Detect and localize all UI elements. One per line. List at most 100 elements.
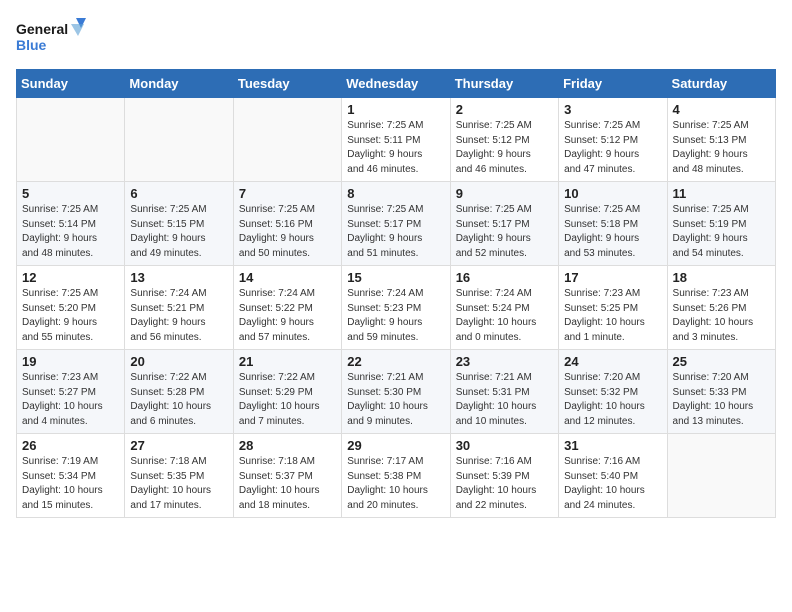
- day-number: 16: [456, 270, 553, 285]
- day-number: 2: [456, 102, 553, 117]
- calendar-cell: 9 Sunrise: 7:25 AMSunset: 5:17 PMDaylight…: [450, 182, 558, 266]
- svg-text:Blue: Blue: [16, 37, 47, 53]
- header-day-saturday: Saturday: [667, 70, 775, 98]
- calendar-cell: 12 Sunrise: 7:25 AMSunset: 5:20 PMDayligh…: [17, 266, 125, 350]
- calendar-cell: 18 Sunrise: 7:23 AMSunset: 5:26 PMDayligh…: [667, 266, 775, 350]
- day-number: 22: [347, 354, 444, 369]
- calendar-table: SundayMondayTuesdayWednesdayThursdayFrid…: [16, 69, 776, 518]
- calendar-cell: 2 Sunrise: 7:25 AMSunset: 5:12 PMDaylight…: [450, 98, 558, 182]
- header-row: SundayMondayTuesdayWednesdayThursdayFrid…: [17, 70, 776, 98]
- day-info: Sunrise: 7:25 AMSunset: 5:12 PMDaylight:…: [564, 119, 661, 177]
- day-number: 6: [130, 186, 227, 201]
- calendar-cell: 17Sunrise: 7:23 AMSunset: 5:25 PMDayligh…: [559, 266, 667, 350]
- calendar-cell: 1Sunrise: 7:25 AMSunset: 5:11 PMDaylight…: [342, 98, 450, 182]
- day-info: Sunrise: 7:25 AMSunset: 5:20 PMDaylight:…: [22, 287, 119, 345]
- day-number: 9: [456, 186, 553, 201]
- day-info: Sunrise: 7:18 AMSunset: 5:35 PMDaylight:…: [130, 455, 227, 513]
- svg-text:General: General: [16, 21, 68, 37]
- header-day-sunday: Sunday: [17, 70, 125, 98]
- day-info: Sunrise: 7:20 AMSunset: 5:33 PMDaylight:…: [673, 371, 770, 429]
- day-info: Sunrise: 7:22 AMSunset: 5:28 PMDaylight:…: [130, 371, 227, 429]
- day-number: 27: [130, 438, 227, 453]
- day-info: Sunrise: 7:16 AMSunset: 5:40 PMDaylight:…: [564, 455, 661, 513]
- week-row-3: 12 Sunrise: 7:25 AMSunset: 5:20 PMDayligh…: [17, 266, 776, 350]
- calendar-cell: 29 Sunrise: 7:17 AMSunset: 5:38 PMDayligh…: [342, 434, 450, 518]
- header-day-tuesday: Tuesday: [233, 70, 341, 98]
- day-info: Sunrise: 7:21 AMSunset: 5:30 PMDaylight:…: [347, 371, 444, 429]
- calendar-cell: 6 Sunrise: 7:25 AMSunset: 5:15 PMDaylight…: [125, 182, 233, 266]
- day-number: 20: [130, 354, 227, 369]
- calendar-cell: 30 Sunrise: 7:16 AMSunset: 5:39 PMDayligh…: [450, 434, 558, 518]
- day-info: Sunrise: 7:25 AMSunset: 5:15 PMDaylight:…: [130, 203, 227, 261]
- day-number: 10: [564, 186, 661, 201]
- calendar-cell: [233, 98, 341, 182]
- week-row-2: 5 Sunrise: 7:25 AMSunset: 5:14 PMDaylight…: [17, 182, 776, 266]
- day-info: Sunrise: 7:24 AMSunset: 5:23 PMDaylight:…: [347, 287, 444, 345]
- day-info: Sunrise: 7:20 AMSunset: 5:32 PMDaylight:…: [564, 371, 661, 429]
- header-day-thursday: Thursday: [450, 70, 558, 98]
- calendar-cell: 16 Sunrise: 7:24 AMSunset: 5:24 PMDayligh…: [450, 266, 558, 350]
- day-number: 31: [564, 438, 661, 453]
- day-number: 15: [347, 270, 444, 285]
- day-number: 3: [564, 102, 661, 117]
- calendar-cell: 11 Sunrise: 7:25 AMSunset: 5:19 PMDayligh…: [667, 182, 775, 266]
- day-number: 17: [564, 270, 661, 285]
- day-info: Sunrise: 7:25 AMSunset: 5:13 PMDaylight:…: [673, 119, 770, 177]
- calendar-cell: 7 Sunrise: 7:25 AMSunset: 5:16 PMDaylight…: [233, 182, 341, 266]
- day-number: 18: [673, 270, 770, 285]
- day-info: Sunrise: 7:17 AMSunset: 5:38 PMDaylight:…: [347, 455, 444, 513]
- calendar-cell: 21Sunrise: 7:22 AMSunset: 5:29 PMDayligh…: [233, 350, 341, 434]
- day-info: Sunrise: 7:24 AMSunset: 5:24 PMDaylight:…: [456, 287, 553, 345]
- calendar-cell: 23 Sunrise: 7:21 AMSunset: 5:31 PMDayligh…: [450, 350, 558, 434]
- day-number: 7: [239, 186, 336, 201]
- page-header: General Blue: [16, 16, 776, 61]
- day-number: 29: [347, 438, 444, 453]
- day-info: Sunrise: 7:23 AMSunset: 5:27 PMDaylight:…: [22, 371, 119, 429]
- day-number: 13: [130, 270, 227, 285]
- header-day-friday: Friday: [559, 70, 667, 98]
- day-info: Sunrise: 7:25 AMSunset: 5:17 PMDaylight:…: [456, 203, 553, 261]
- week-row-5: 26Sunrise: 7:19 AMSunset: 5:34 PMDayligh…: [17, 434, 776, 518]
- day-info: Sunrise: 7:21 AMSunset: 5:31 PMDaylight:…: [456, 371, 553, 429]
- day-info: Sunrise: 7:25 AMSunset: 5:12 PMDaylight:…: [456, 119, 553, 177]
- day-info: Sunrise: 7:25 AMSunset: 5:19 PMDaylight:…: [673, 203, 770, 261]
- day-number: 14: [239, 270, 336, 285]
- day-number: 5: [22, 186, 119, 201]
- day-number: 24: [564, 354, 661, 369]
- day-number: 8: [347, 186, 444, 201]
- calendar-cell: 4 Sunrise: 7:25 AMSunset: 5:13 PMDaylight…: [667, 98, 775, 182]
- day-info: Sunrise: 7:16 AMSunset: 5:39 PMDaylight:…: [456, 455, 553, 513]
- header-day-monday: Monday: [125, 70, 233, 98]
- day-info: Sunrise: 7:25 AMSunset: 5:16 PMDaylight:…: [239, 203, 336, 261]
- week-row-1: 1Sunrise: 7:25 AMSunset: 5:11 PMDaylight…: [17, 98, 776, 182]
- day-number: 1: [347, 102, 444, 117]
- day-info: Sunrise: 7:25 AMSunset: 5:18 PMDaylight:…: [564, 203, 661, 261]
- calendar-cell: 28 Sunrise: 7:18 AMSunset: 5:37 PMDayligh…: [233, 434, 341, 518]
- calendar-cell: 22 Sunrise: 7:21 AMSunset: 5:30 PMDayligh…: [342, 350, 450, 434]
- header-day-wednesday: Wednesday: [342, 70, 450, 98]
- day-number: 30: [456, 438, 553, 453]
- day-number: 23: [456, 354, 553, 369]
- day-number: 12: [22, 270, 119, 285]
- day-number: 11: [673, 186, 770, 201]
- logo-svg: General Blue: [16, 16, 86, 61]
- calendar-cell: 5 Sunrise: 7:25 AMSunset: 5:14 PMDaylight…: [17, 182, 125, 266]
- calendar-cell: 25Sunrise: 7:20 AMSunset: 5:33 PMDayligh…: [667, 350, 775, 434]
- day-info: Sunrise: 7:25 AMSunset: 5:14 PMDaylight:…: [22, 203, 119, 261]
- day-info: Sunrise: 7:18 AMSunset: 5:37 PMDaylight:…: [239, 455, 336, 513]
- calendar-cell: 27 Sunrise: 7:18 AMSunset: 5:35 PMDayligh…: [125, 434, 233, 518]
- calendar-cell: 24 Sunrise: 7:20 AMSunset: 5:32 PMDayligh…: [559, 350, 667, 434]
- calendar-cell: [17, 98, 125, 182]
- week-row-4: 19 Sunrise: 7:23 AMSunset: 5:27 PMDayligh…: [17, 350, 776, 434]
- day-number: 28: [239, 438, 336, 453]
- day-info: Sunrise: 7:23 AMSunset: 5:26 PMDaylight:…: [673, 287, 770, 345]
- day-info: Sunrise: 7:25 AMSunset: 5:17 PMDaylight:…: [347, 203, 444, 261]
- calendar-cell: 31 Sunrise: 7:16 AMSunset: 5:40 PMDayligh…: [559, 434, 667, 518]
- day-info: Sunrise: 7:24 AMSunset: 5:22 PMDaylight:…: [239, 287, 336, 345]
- day-number: 19: [22, 354, 119, 369]
- calendar-cell: 3 Sunrise: 7:25 AMSunset: 5:12 PMDaylight…: [559, 98, 667, 182]
- calendar-cell: 8 Sunrise: 7:25 AMSunset: 5:17 PMDaylight…: [342, 182, 450, 266]
- calendar-cell: [667, 434, 775, 518]
- calendar-cell: [125, 98, 233, 182]
- day-number: 4: [673, 102, 770, 117]
